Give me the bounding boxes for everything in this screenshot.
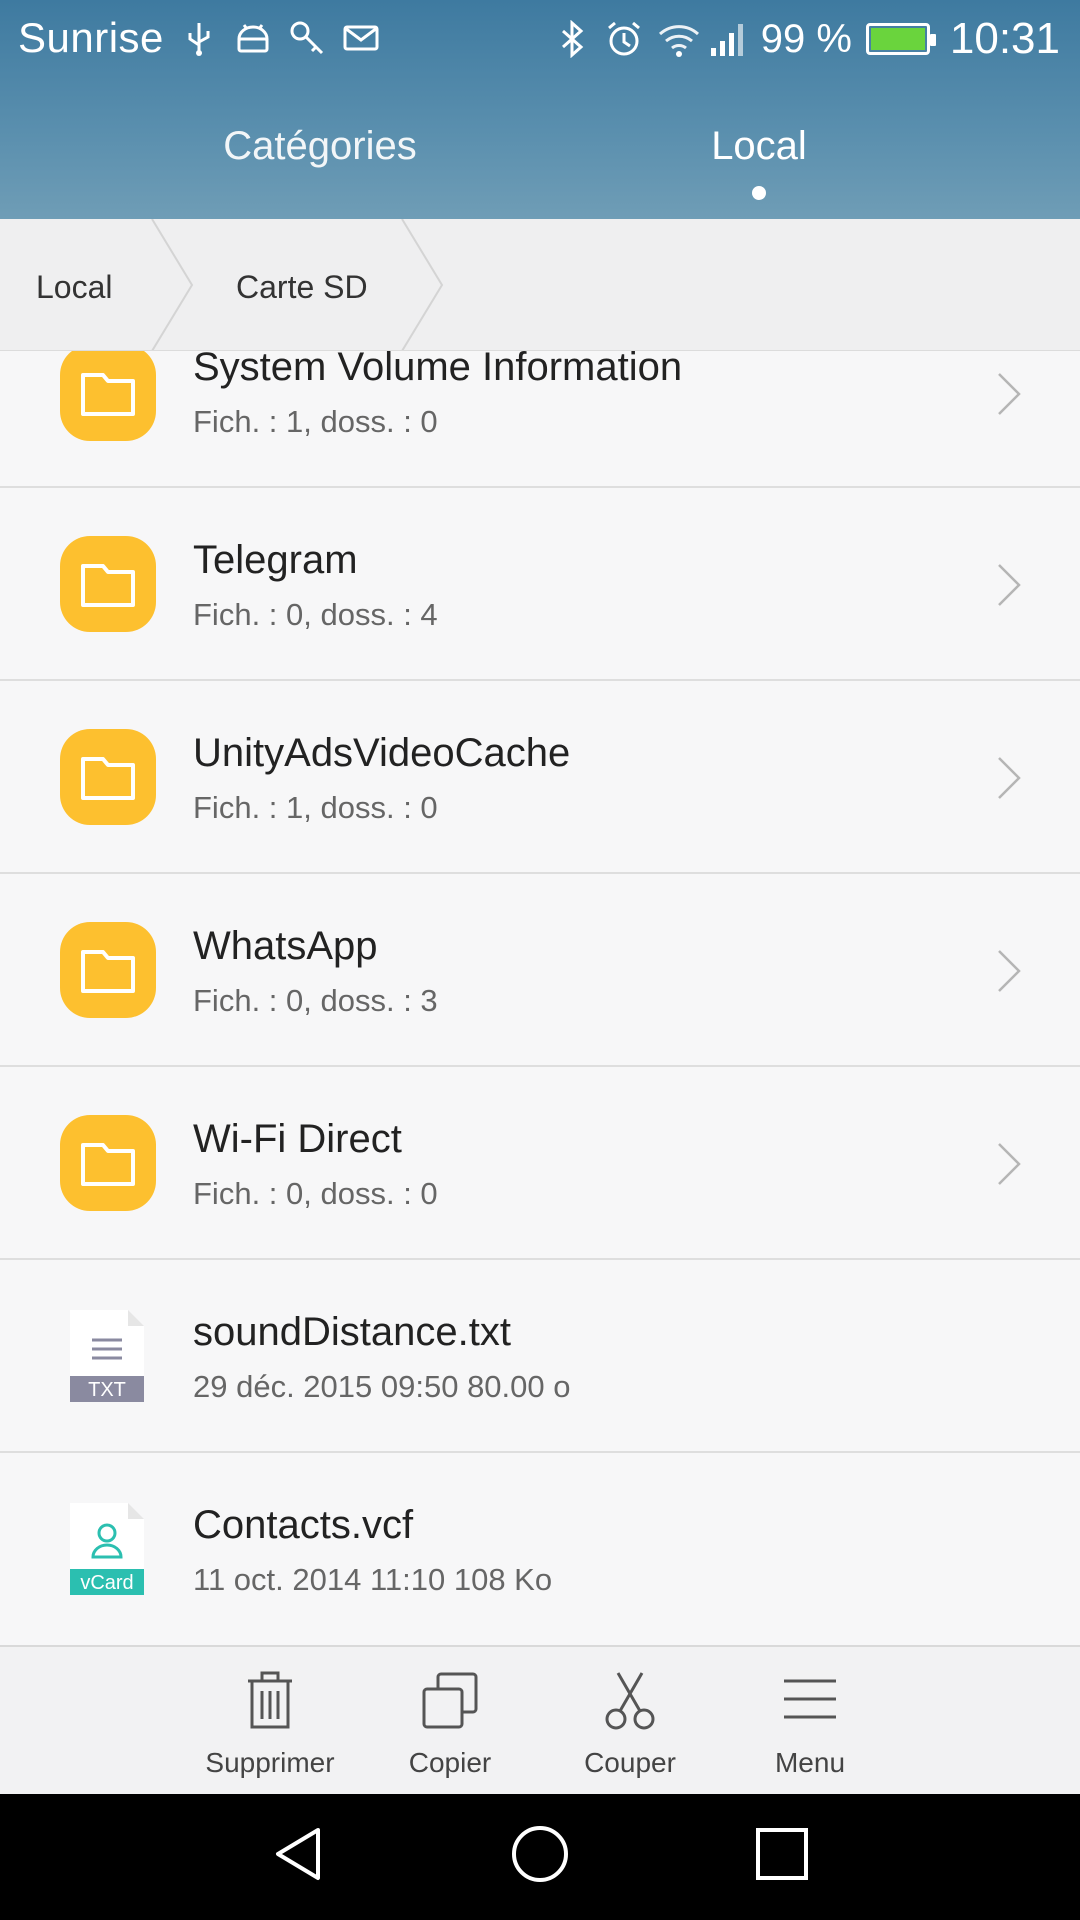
usb-icon bbox=[180, 19, 218, 57]
file-type-badge: TXT bbox=[88, 1379, 126, 1401]
copy-icon bbox=[422, 1672, 478, 1729]
tab-categories[interactable]: Catégories bbox=[223, 124, 416, 169]
recents-icon[interactable] bbox=[754, 1824, 810, 1884]
list-item[interactable]: Telegram Fich. : 0, doss. : 4 bbox=[0, 488, 1080, 681]
folder-icon bbox=[60, 536, 156, 632]
item-detail: Fich. : 0, doss. : 3 bbox=[193, 983, 438, 1018]
tab-bar: Catégories Local bbox=[0, 78, 1080, 219]
breadcrumb-separator-icon bbox=[151, 219, 194, 350]
tab-local[interactable]: Local bbox=[711, 124, 807, 169]
copy-label: Copier bbox=[408, 1747, 492, 1778]
carrier-name: Sunrise bbox=[18, 14, 164, 61]
item-name: Wi-Fi Direct bbox=[193, 1117, 402, 1161]
file-list: System Volume Information Fich. : 1, dos… bbox=[0, 351, 1080, 1644]
list-item[interactable]: vCard Contacts.vcf 11 oct. 2014 11:10 10… bbox=[0, 1453, 1080, 1644]
item-detail: Fich. : 0, doss. : 4 bbox=[193, 597, 438, 632]
folder-icon bbox=[60, 1115, 156, 1211]
battery-percent: 99 % bbox=[760, 16, 852, 61]
delete-label: Supprimer bbox=[205, 1747, 335, 1778]
app-header: Sunrise 99 % 10:31 Catégories Local bbox=[0, 0, 1080, 219]
wifi-icon bbox=[657, 20, 699, 58]
android-icon bbox=[234, 19, 272, 57]
item-name: soundDistance.txt bbox=[193, 1310, 511, 1354]
cut-label: Couper bbox=[584, 1747, 676, 1778]
home-icon[interactable] bbox=[510, 1824, 570, 1884]
chevron-right-icon bbox=[998, 1143, 1021, 1185]
item-detail: Fich. : 1, doss. : 0 bbox=[193, 790, 438, 825]
folder-icon bbox=[60, 922, 156, 1018]
scissors-icon bbox=[605, 1672, 655, 1730]
menu-button[interactable]: Menu bbox=[730, 1647, 890, 1796]
item-name: UnityAdsVideoCache bbox=[193, 731, 571, 775]
action-toolbar: Supprimer Copier Couper Menu bbox=[0, 1645, 1080, 1794]
list-item[interactable]: System Volume Information Fich. : 1, dos… bbox=[0, 351, 1080, 488]
bluetooth-icon bbox=[553, 19, 591, 59]
item-name: Contacts.vcf bbox=[193, 1503, 414, 1547]
list-item[interactable]: TXT soundDistance.txt 29 déc. 2015 09:50… bbox=[0, 1260, 1080, 1453]
breadcrumb-sd-card[interactable]: Carte SD bbox=[236, 269, 368, 306]
chevron-right-icon bbox=[998, 757, 1021, 799]
chevron-right-icon bbox=[998, 564, 1021, 606]
breadcrumb: Local Carte SD bbox=[0, 219, 1080, 351]
trash-icon bbox=[248, 1671, 292, 1729]
item-name: Telegram bbox=[193, 538, 358, 582]
chevron-right-icon bbox=[998, 950, 1021, 992]
vcard-file-icon: vCard bbox=[70, 1503, 144, 1595]
copy-button[interactable]: Copier bbox=[370, 1647, 530, 1796]
active-tab-indicator bbox=[752, 186, 766, 200]
status-bar: Sunrise 99 % 10:31 bbox=[0, 0, 1080, 78]
mail-icon bbox=[342, 19, 380, 57]
file-type-badge: vCard bbox=[80, 1572, 133, 1594]
folder-icon bbox=[60, 351, 156, 441]
system-navigation-bar bbox=[0, 1794, 1080, 1920]
battery-icon bbox=[865, 23, 936, 55]
list-item[interactable]: UnityAdsVideoCache Fich. : 1, doss. : 0 bbox=[0, 681, 1080, 874]
cut-button[interactable]: Couper bbox=[550, 1647, 710, 1796]
item-detail: 29 déc. 2015 09:50 80.00 o bbox=[193, 1369, 571, 1404]
breadcrumb-separator-icon bbox=[401, 219, 444, 350]
list-item[interactable]: Wi-Fi Direct Fich. : 0, doss. : 0 bbox=[0, 1067, 1080, 1260]
item-name: System Volume Information bbox=[193, 351, 683, 389]
item-detail: Fich. : 1, doss. : 0 bbox=[193, 404, 438, 439]
text-file-icon: TXT bbox=[70, 1310, 144, 1402]
menu-label: Menu bbox=[774, 1747, 846, 1778]
folder-icon bbox=[60, 729, 156, 825]
status-time: 10:31 bbox=[949, 14, 1060, 63]
item-name: WhatsApp bbox=[193, 924, 378, 968]
key-icon bbox=[288, 19, 326, 57]
chevron-right-icon bbox=[998, 373, 1021, 415]
signal-icon bbox=[709, 20, 747, 58]
alarm-icon bbox=[605, 20, 643, 58]
list-item[interactable]: WhatsApp Fich. : 0, doss. : 3 bbox=[0, 874, 1080, 1067]
item-detail: 11 oct. 2014 11:10 108 Ko bbox=[193, 1562, 553, 1597]
back-icon[interactable] bbox=[272, 1824, 324, 1884]
menu-icon bbox=[784, 1679, 836, 1719]
item-detail: Fich. : 0, doss. : 0 bbox=[193, 1176, 438, 1211]
delete-button[interactable]: Supprimer bbox=[190, 1647, 350, 1796]
breadcrumb-local[interactable]: Local bbox=[36, 269, 113, 306]
